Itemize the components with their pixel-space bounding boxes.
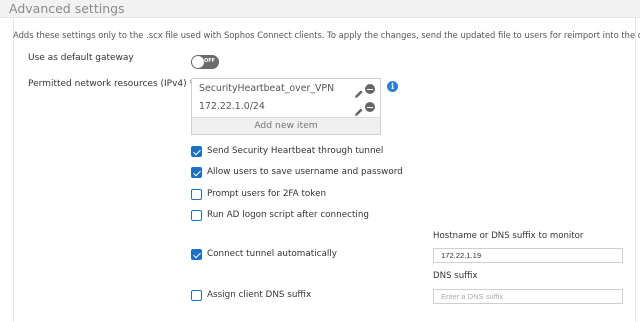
assign-dns-suffix-checkbox[interactable] (191, 290, 202, 301)
dns-suffix-label: DNS suffix (433, 271, 478, 281)
assign-dns-suffix-checkbox-label: Assign client DNS suffix (207, 290, 312, 300)
minus-circle-icon[interactable] (365, 84, 375, 94)
pencil-icon[interactable] (354, 102, 364, 116)
prompt-2fa-checkbox[interactable] (191, 189, 202, 200)
network-resources-label: Permitted network resources (IPv4) * (28, 79, 195, 89)
save-credentials-checkbox[interactable] (191, 167, 202, 178)
list-item[interactable]: SecurityHeartbeat_over_VPN (192, 79, 380, 98)
toggle-state-text: OFF (204, 58, 216, 64)
dns-suffix-input[interactable] (433, 289, 623, 304)
save-credentials-checkbox-label: Allow users to save username and passwor… (207, 167, 403, 177)
heartbeat-checkbox-label: Send Security Heartbeat through tunnel (207, 146, 384, 156)
connect-automatically-checkbox[interactable] (191, 249, 202, 260)
minus-circle-icon[interactable] (365, 102, 375, 112)
toggle-knob (192, 56, 204, 68)
list-item-text: 172.22.1.0/24 (199, 101, 265, 112)
default-gateway-label: Use as default gateway (28, 53, 134, 63)
network-resources-list: SecurityHeartbeat_over_VPN 172.22.1.0/24… (191, 78, 381, 135)
ad-logon-script-checkbox-label: Run AD logon script after connecting (207, 210, 370, 220)
pencil-icon[interactable] (354, 84, 364, 98)
info-icon[interactable]: i (387, 81, 398, 92)
heartbeat-checkbox[interactable] (191, 146, 202, 157)
default-gateway-toggle[interactable]: OFF (191, 55, 219, 69)
ad-logon-script-checkbox[interactable] (191, 210, 202, 221)
hostname-monitor-input[interactable] (433, 248, 623, 263)
section-title: Advanced settings (9, 1, 125, 16)
list-item-text: SecurityHeartbeat_over_VPN (199, 83, 335, 94)
add-new-item-button[interactable]: Add new item (192, 117, 380, 134)
prompt-2fa-checkbox-label: Prompt users for 2FA token (207, 189, 327, 199)
section-header: Advanced settings (0, 0, 640, 18)
settings-description: Adds these settings only to the .scx fil… (13, 30, 640, 40)
hostname-monitor-label: Hostname or DNS suffix to monitor (433, 231, 584, 241)
connect-automatically-checkbox-label: Connect tunnel automatically (207, 249, 337, 259)
list-item[interactable]: 172.22.1.0/24 (192, 97, 380, 116)
